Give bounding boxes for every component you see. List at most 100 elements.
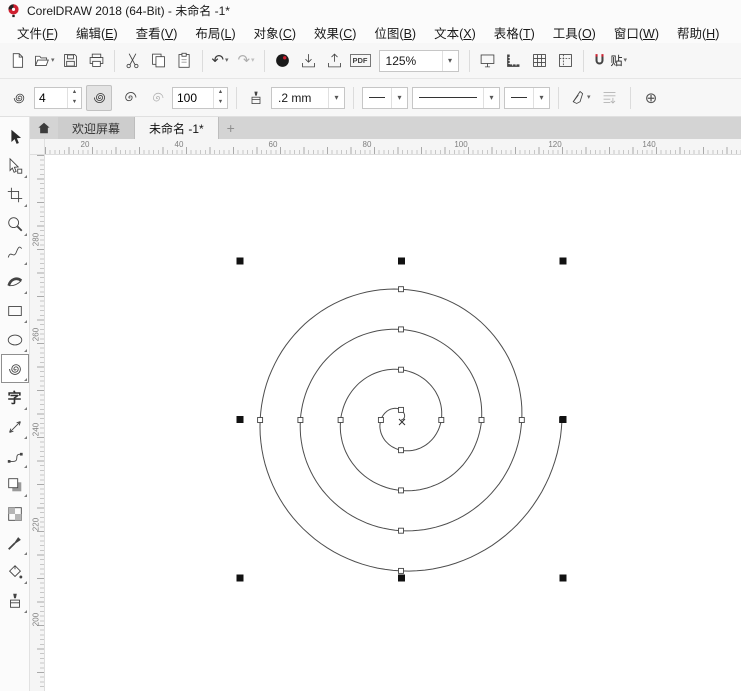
show-rulers-button[interactable] bbox=[501, 48, 526, 74]
publish-pdf-button[interactable]: PDF bbox=[348, 48, 373, 74]
rectangle-tool[interactable] bbox=[1, 296, 29, 325]
menu-item-2[interactable]: 查看(V) bbox=[127, 20, 187, 45]
artistic-media-tool[interactable] bbox=[1, 267, 29, 296]
arrow-icon: ↶ bbox=[211, 53, 224, 68]
curve-node[interactable] bbox=[399, 488, 404, 493]
start-arrowhead-dropdown[interactable]: ▾ bbox=[362, 87, 408, 109]
selection-handle[interactable] bbox=[560, 575, 567, 582]
save-button[interactable] bbox=[58, 48, 83, 74]
tab-welcome[interactable]: 欢迎屏幕 bbox=[58, 117, 135, 139]
selection-handle[interactable] bbox=[237, 258, 244, 265]
spiral-revolutions-spinner[interactable]: ▲▼ bbox=[34, 87, 82, 109]
text-tool[interactable]: 字 bbox=[1, 383, 29, 412]
curve-node[interactable] bbox=[338, 418, 343, 423]
spinner-up-icon[interactable]: ▲ bbox=[214, 88, 227, 98]
end-arrowhead-dropdown[interactable]: ▾ bbox=[504, 87, 550, 109]
drawing-canvas[interactable] bbox=[45, 155, 741, 691]
pick-tool[interactable] bbox=[1, 122, 29, 151]
spinner-up-icon[interactable]: ▲ bbox=[68, 88, 81, 98]
spinner-down-icon[interactable]: ▼ bbox=[68, 98, 81, 108]
undo-button[interactable]: ↶▾ bbox=[208, 48, 233, 74]
selection-handle[interactable] bbox=[398, 258, 405, 265]
new-tab-button[interactable]: + bbox=[219, 117, 243, 139]
menu-item-4[interactable]: 对象(C) bbox=[245, 20, 305, 45]
horizontal-ruler[interactable]: 20406080100120140 bbox=[45, 139, 741, 155]
menu-item-3[interactable]: 布局(L) bbox=[186, 20, 244, 45]
menu-item-11[interactable]: 帮助(H) bbox=[668, 20, 728, 45]
tab-document[interactable]: 未命名 -1* bbox=[135, 117, 219, 139]
menu-item-8[interactable]: 表格(T) bbox=[485, 20, 544, 45]
spiral-revolutions-input[interactable] bbox=[35, 88, 67, 108]
curve-node[interactable] bbox=[378, 418, 383, 423]
curve-node[interactable] bbox=[399, 287, 404, 292]
selection-handle[interactable] bbox=[560, 416, 567, 423]
crop-tool[interactable] bbox=[1, 180, 29, 209]
transparency-tool[interactable] bbox=[1, 499, 29, 528]
menu-item-1[interactable]: 编辑(E) bbox=[67, 20, 127, 45]
chevron-down-icon: ▾ bbox=[251, 57, 255, 64]
vertical-ruler[interactable]: 280260240220200180 bbox=[30, 155, 45, 691]
zoom-level-dropdown[interactable]: 125%▾ bbox=[379, 50, 459, 72]
spiral-expansion-input[interactable] bbox=[173, 88, 213, 108]
shape-icon bbox=[6, 157, 24, 175]
shape-tool[interactable] bbox=[1, 151, 29, 180]
curve-node[interactable] bbox=[399, 407, 404, 412]
menu-item-5[interactable]: 效果(C) bbox=[305, 20, 365, 45]
interactive-fill-tool[interactable] bbox=[1, 557, 29, 586]
snap-to-dropdown[interactable]: 贴▾ bbox=[589, 48, 630, 74]
menu-item-10[interactable]: 窗口(W) bbox=[605, 20, 668, 45]
menu-item-0[interactable]: 文件(F) bbox=[8, 20, 67, 45]
search-content-button[interactable] bbox=[270, 48, 295, 74]
print-button[interactable] bbox=[84, 48, 109, 74]
spiral-tool[interactable] bbox=[1, 354, 29, 383]
copy-button[interactable] bbox=[146, 48, 171, 74]
curve-node[interactable] bbox=[439, 418, 444, 423]
connector-tool[interactable] bbox=[1, 441, 29, 470]
menu-item-6[interactable]: 位图(B) bbox=[365, 20, 425, 45]
export-button[interactable] bbox=[322, 48, 347, 74]
curve-node[interactable] bbox=[399, 528, 404, 533]
wrap-text-button[interactable] bbox=[597, 85, 622, 111]
curve-node[interactable] bbox=[258, 418, 263, 423]
selection-handle[interactable] bbox=[560, 258, 567, 265]
menu-item-7[interactable]: 文本(X) bbox=[425, 20, 485, 45]
spiral-curve[interactable] bbox=[260, 289, 562, 571]
curve-node[interactable] bbox=[399, 327, 404, 332]
ruler-origin[interactable] bbox=[30, 139, 45, 155]
pen-settings-button[interactable]: ▾ bbox=[567, 85, 593, 111]
new-document-button[interactable] bbox=[5, 48, 30, 74]
selection-handle[interactable] bbox=[398, 575, 405, 582]
symmetric-spiral-button[interactable] bbox=[86, 85, 112, 111]
paste-button[interactable] bbox=[172, 48, 197, 74]
drop-shadow-tool[interactable] bbox=[1, 470, 29, 499]
freehand-tool[interactable] bbox=[1, 238, 29, 267]
redo-button[interactable]: ↷▾ bbox=[234, 48, 259, 74]
open-button[interactable]: ▾ bbox=[31, 48, 57, 74]
quick-customize-button[interactable]: ⊕ bbox=[639, 85, 664, 111]
menu-item-9[interactable]: 工具(O) bbox=[544, 20, 605, 45]
show-grid-button[interactable] bbox=[527, 48, 552, 74]
spinner-down-icon[interactable]: ▼ bbox=[214, 98, 227, 108]
eyedropper-tool[interactable] bbox=[1, 528, 29, 557]
dimension-tool[interactable] bbox=[1, 412, 29, 441]
curve-node[interactable] bbox=[399, 448, 404, 453]
cut-button[interactable] bbox=[120, 48, 145, 74]
full-screen-preview-button[interactable] bbox=[475, 48, 500, 74]
outline-width-dropdown[interactable]: .2 mm ▾ bbox=[271, 87, 345, 109]
spiral-expansion-field[interactable]: ▲▼ bbox=[172, 87, 228, 109]
selection-handle[interactable] bbox=[237, 575, 244, 582]
zoom-tool[interactable] bbox=[1, 209, 29, 238]
selection-handle[interactable] bbox=[237, 416, 244, 423]
home-button[interactable] bbox=[30, 117, 58, 139]
curve-node[interactable] bbox=[399, 568, 404, 573]
outline-pen-tool[interactable] bbox=[1, 586, 29, 615]
logarithmic-spiral-button[interactable] bbox=[116, 85, 142, 111]
curve-node[interactable] bbox=[399, 367, 404, 372]
import-button[interactable] bbox=[296, 48, 321, 74]
show-guidelines-button[interactable] bbox=[553, 48, 578, 74]
ellipse-tool[interactable] bbox=[1, 325, 29, 354]
curve-node[interactable] bbox=[479, 418, 484, 423]
line-style-dropdown[interactable]: ▾ bbox=[412, 87, 500, 109]
curve-node[interactable] bbox=[298, 418, 303, 423]
curve-node[interactable] bbox=[519, 418, 524, 423]
